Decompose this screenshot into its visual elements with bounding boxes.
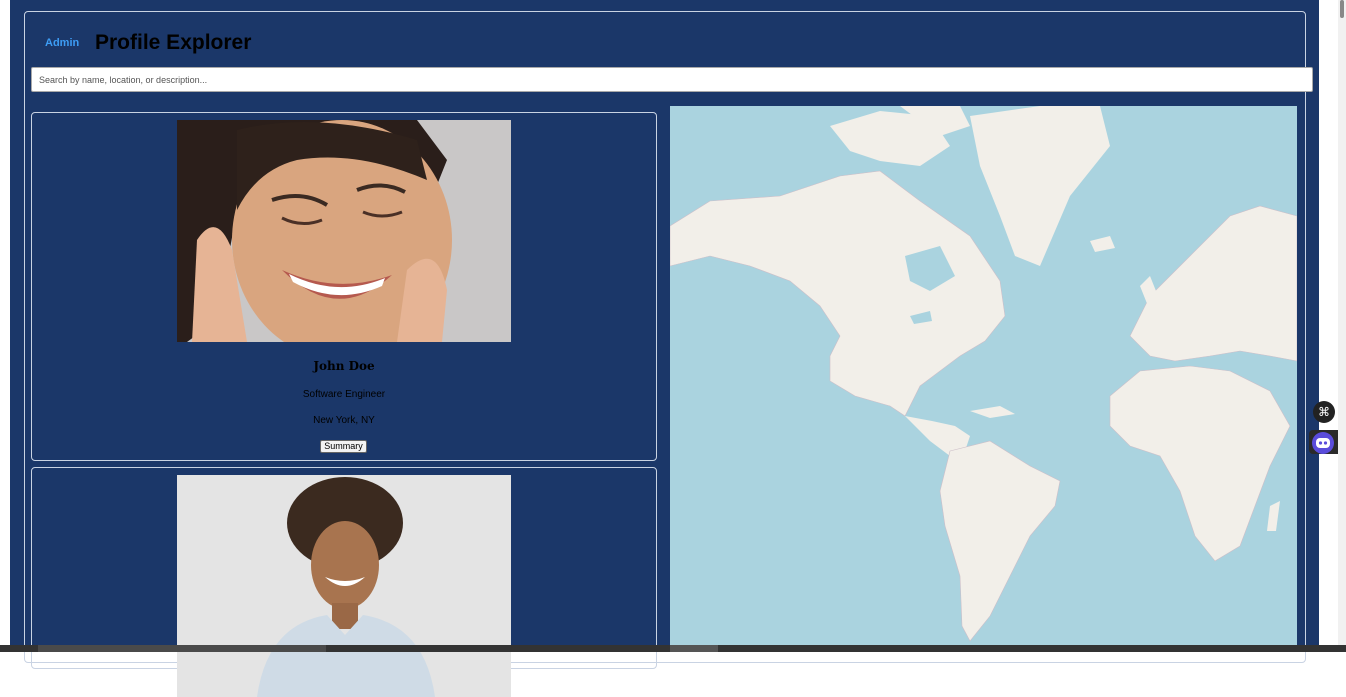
- page-title: Profile Explorer: [95, 31, 252, 54]
- scrollbar[interactable]: [1338, 0, 1346, 652]
- bot-eyes-icon: [1316, 438, 1330, 448]
- profile-photo: [177, 120, 511, 342]
- profile-location: New York, NY: [313, 415, 375, 426]
- taskbar-item[interactable]: [670, 645, 718, 652]
- profile-name: John Doe: [313, 359, 375, 373]
- search-input[interactable]: [31, 67, 1313, 92]
- taskbar: [0, 645, 1346, 652]
- scrollbar-thumb[interactable]: [1340, 0, 1344, 18]
- admin-link[interactable]: Admin: [45, 37, 79, 49]
- woman-portrait-image: [177, 120, 511, 342]
- app-page: Admin Profile Explorer John Doe Software…: [10, 0, 1319, 697]
- profile-role: Software Engineer: [302, 389, 386, 400]
- command-icon[interactable]: ⌘: [1313, 401, 1335, 423]
- summary-button[interactable]: Summary: [320, 440, 367, 453]
- man-portrait-image: [177, 475, 511, 697]
- map-tiles: [670, 106, 1297, 651]
- profile-photo: [177, 475, 511, 697]
- assistant-bot-icon[interactable]: [1312, 432, 1334, 454]
- taskbar-item[interactable]: [38, 645, 326, 652]
- profile-card: John Doe Software Engineer New York, NY …: [31, 112, 657, 461]
- world-map[interactable]: [670, 106, 1297, 651]
- profile-card: [31, 467, 657, 697]
